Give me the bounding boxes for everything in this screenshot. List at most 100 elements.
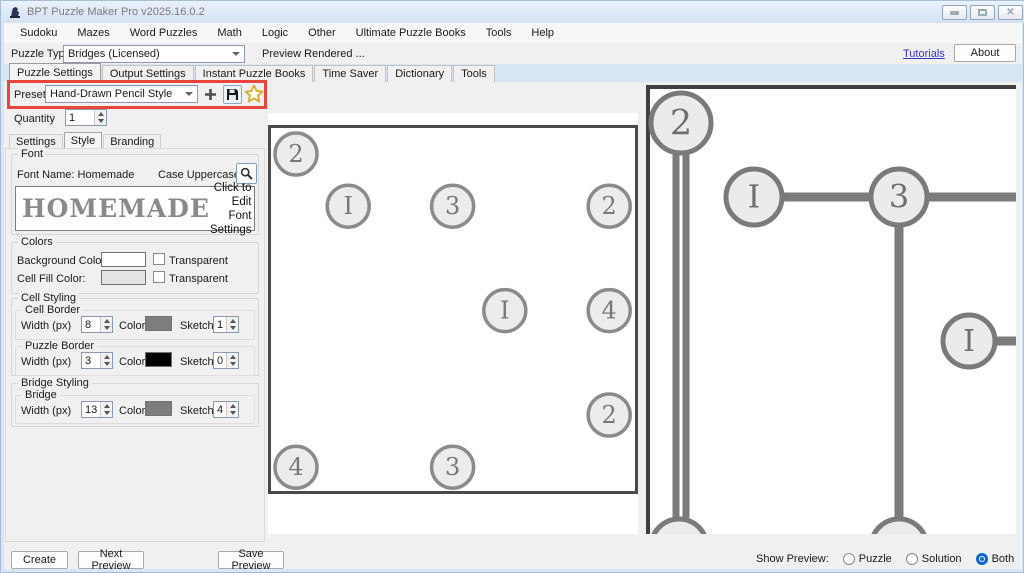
tab-branding[interactable]: Branding xyxy=(103,134,161,149)
stepper-arrows[interactable] xyxy=(100,402,112,417)
cell-border-title: Cell Border xyxy=(22,304,83,316)
cell-fill-transparent-label: Transparent xyxy=(169,273,228,285)
background-transparent-label: Transparent xyxy=(169,255,228,267)
background-transparent-checkbox[interactable] xyxy=(153,253,165,265)
style-tab-strip: SettingsStyleBranding xyxy=(9,132,162,149)
cell-fill-color-swatch[interactable] xyxy=(101,270,146,285)
preset-label: Preset xyxy=(14,89,46,101)
case-label: Case Uppercase xyxy=(158,169,240,181)
node-number: I xyxy=(963,324,975,359)
background-color-swatch[interactable] xyxy=(101,252,146,267)
puzzle-border-color-swatch[interactable] xyxy=(145,352,172,367)
cell-styling-title: Cell Styling xyxy=(18,292,79,304)
stepper-arrows[interactable] xyxy=(226,402,238,417)
menu-item-help[interactable]: Help xyxy=(521,23,564,43)
stepper-arrows[interactable] xyxy=(226,353,238,368)
radio-icon xyxy=(906,553,918,565)
cell-border-width-label: Width (px) xyxy=(21,320,71,332)
background-color-label: Background Color: xyxy=(17,255,108,267)
radio-option-solution[interactable]: Solution xyxy=(906,553,962,565)
puzzle-border xyxy=(270,127,637,493)
cell-fill-transparent-checkbox[interactable] xyxy=(153,271,165,283)
preset-combobox[interactable]: Hand-Drawn Pencil Style xyxy=(45,85,198,103)
cell-border-sketch-stepper[interactable]: 1 xyxy=(213,316,239,333)
minimize-button[interactable] xyxy=(942,5,967,20)
arrow-up-icon xyxy=(104,319,110,323)
puzzle-border-title: Puzzle Border xyxy=(22,340,97,352)
arrow-down-icon xyxy=(230,326,236,330)
node-number: 2 xyxy=(602,192,617,220)
menu-item-mazes[interactable]: Mazes xyxy=(67,23,119,43)
node-number: I xyxy=(343,192,352,220)
bridge-width-stepper[interactable]: 13 xyxy=(81,401,113,418)
node-number: I xyxy=(748,178,761,216)
puzzle-border-sketch-stepper[interactable]: 0 xyxy=(213,352,239,369)
menu-item-other[interactable]: Other xyxy=(298,23,346,43)
chevron-down-icon xyxy=(185,92,193,96)
radio-label: Puzzle xyxy=(859,553,892,565)
colors-group: Colors xyxy=(11,242,259,294)
colors-group-title: Colors xyxy=(18,236,56,248)
save-preview-button[interactable]: Save Preview xyxy=(218,551,284,569)
arrow-up-icon xyxy=(230,355,236,359)
save-preset-button[interactable] xyxy=(223,85,242,104)
menu-item-tools[interactable]: Tools xyxy=(476,23,522,43)
maximize-button[interactable] xyxy=(970,5,995,20)
tab-instant-puzzle-books[interactable]: Instant Puzzle Books xyxy=(195,65,314,82)
bridge-sketch-stepper[interactable]: 4 xyxy=(213,401,239,418)
menu-item-sudoku[interactable]: Sudoku xyxy=(10,23,67,43)
close-icon: ✕ xyxy=(1006,8,1014,18)
menu-item-ultimate-puzzle-books[interactable]: Ultimate Puzzle Books xyxy=(346,23,476,43)
tab-output-settings[interactable]: Output Settings xyxy=(102,65,194,82)
tab-style[interactable]: Style xyxy=(64,132,102,149)
tab-puzzle-settings[interactable]: Puzzle Settings xyxy=(9,63,101,82)
tab-settings[interactable]: Settings xyxy=(9,134,63,149)
arrow-down-icon xyxy=(104,411,110,415)
next-preview-button[interactable]: Next Preview xyxy=(78,551,144,569)
node-number: 3 xyxy=(445,192,460,220)
radio-option-both[interactable]: Both xyxy=(976,553,1015,565)
puzzle-type-combobox[interactable]: Bridges (Licensed) xyxy=(63,45,245,63)
font-preview-word: HOMEMADE xyxy=(16,194,210,223)
arrow-up-icon xyxy=(230,319,236,323)
about-button[interactable]: About xyxy=(954,44,1016,62)
tab-tools[interactable]: Tools xyxy=(453,65,495,82)
tab-dictionary[interactable]: Dictionary xyxy=(387,65,452,82)
tutorials-link[interactable]: Tutorials xyxy=(903,48,945,60)
quantity-label: Quantity xyxy=(14,113,55,125)
menu-item-logic[interactable]: Logic xyxy=(252,23,298,43)
puzzle-border-width-stepper[interactable]: 3 xyxy=(81,352,113,369)
bridge-color-swatch[interactable] xyxy=(145,401,172,416)
close-button[interactable]: ✕ xyxy=(998,5,1023,20)
puzzle-border-color-label: Color xyxy=(119,356,145,368)
menu-item-math[interactable]: Math xyxy=(207,23,251,43)
solution-preview-panel[interactable]: 2I3I xyxy=(646,85,1016,534)
arrow-down-icon xyxy=(104,326,110,330)
add-preset-button[interactable] xyxy=(204,88,217,101)
stepper-arrows[interactable] xyxy=(226,317,238,332)
tab-time-saver[interactable]: Time Saver xyxy=(314,65,386,82)
puzzle-preview-panel[interactable]: 2I32I4243 xyxy=(268,113,638,534)
stepper-arrows[interactable] xyxy=(94,110,106,125)
node-number: 4 xyxy=(288,453,303,481)
puzzle-preview-canvas: 2I32I4243 xyxy=(268,113,638,534)
cell-border-width-value: 8 xyxy=(82,317,100,332)
cell-border-color-swatch[interactable] xyxy=(145,316,172,331)
show-preview-label: Show Preview: xyxy=(756,553,829,565)
stepper-arrows[interactable] xyxy=(100,353,112,368)
favorite-star-icon[interactable] xyxy=(244,84,264,104)
cell-border-width-stepper[interactable]: 8 xyxy=(81,316,113,333)
radio-icon xyxy=(976,553,988,565)
font-preview-box[interactable]: HOMEMADE Click to EditFont Settings xyxy=(15,186,255,231)
cell-fill-color-label: Cell Fill Color: xyxy=(17,273,85,285)
radio-option-puzzle[interactable]: Puzzle xyxy=(843,553,892,565)
menu-item-word-puzzles[interactable]: Word Puzzles xyxy=(120,23,208,43)
puzzle-border-sketch-label: Sketch xyxy=(180,356,214,368)
stepper-arrows[interactable] xyxy=(100,317,112,332)
arrow-up-icon xyxy=(104,404,110,408)
bridge-width-label: Width (px) xyxy=(21,405,71,417)
node-number: 3 xyxy=(445,453,460,481)
quantity-stepper[interactable]: 1 xyxy=(65,109,107,126)
create-button[interactable]: Create xyxy=(11,551,68,569)
maximize-icon xyxy=(978,9,987,16)
